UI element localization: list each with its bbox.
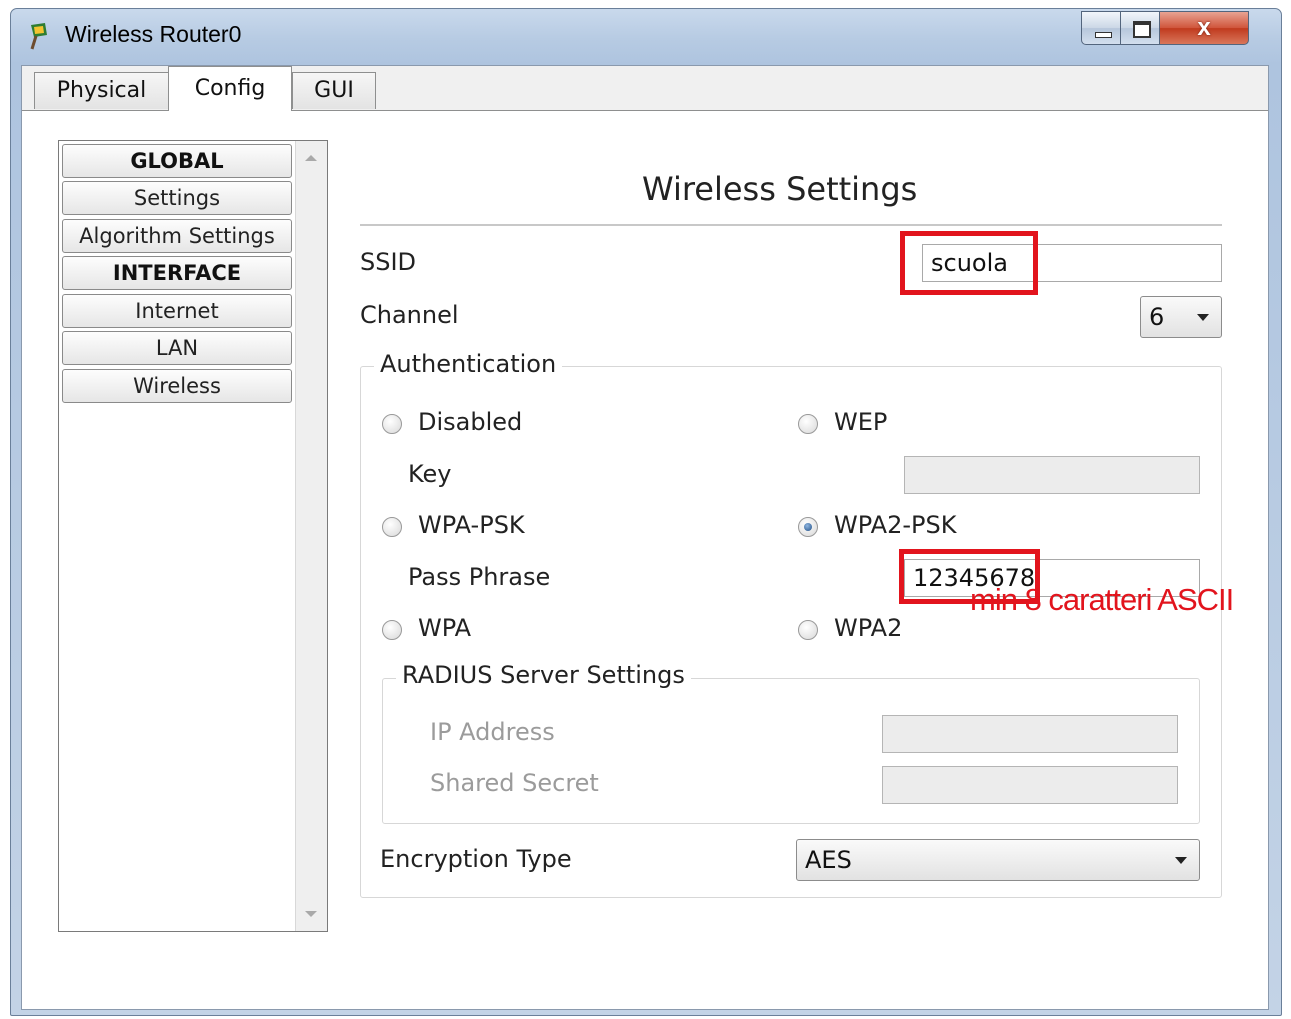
minimize-button[interactable] (1081, 11, 1121, 45)
radio-wpa[interactable] (382, 620, 402, 640)
ssid-highlight-box (900, 231, 1038, 295)
encryption-type-label: Encryption Type (380, 845, 572, 873)
tab-physical[interactable]: Physical (34, 72, 169, 109)
key-label: Key (408, 460, 452, 488)
maximize-button[interactable] (1120, 11, 1160, 45)
maximize-icon (1133, 21, 1151, 38)
close-button[interactable]: x (1159, 11, 1249, 45)
minimize-icon (1095, 32, 1112, 38)
wpa-psk-label: WPA-PSK (418, 511, 525, 539)
wep-label: WEP (834, 408, 888, 436)
radius-legend: RADIUS Server Settings (396, 661, 691, 689)
ip-address-input[interactable] (882, 715, 1178, 753)
encryption-type-select[interactable]: AES (796, 839, 1200, 881)
page-title: Wireless Settings (642, 170, 918, 208)
wpa-label: WPA (418, 614, 472, 642)
tab-strip: Physical Config GUI (22, 66, 1268, 111)
shared-secret-input[interactable] (882, 766, 1178, 804)
ssid-label: SSID (360, 248, 417, 276)
config-sidebar: GLOBAL Settings Algorithm Settings INTER… (58, 140, 328, 932)
sidebar-item-internet[interactable]: Internet (62, 294, 292, 328)
encryption-type-value: AES (805, 846, 852, 874)
tab-gui[interactable]: GUI (292, 72, 376, 109)
sidebar-item-settings[interactable]: Settings (62, 181, 292, 215)
sidebar-item-wireless[interactable]: Wireless (62, 369, 292, 403)
client-area: Physical Config GUI GLOBAL Settings Algo… (21, 65, 1269, 1010)
radio-disabled[interactable] (382, 414, 402, 434)
radio-wpa2[interactable] (798, 620, 818, 640)
sidebar-header-interface[interactable]: INTERFACE (62, 256, 292, 290)
wpa2-label: WPA2 (834, 614, 903, 642)
title-divider (360, 224, 1222, 226)
sidebar-item-algorithm-settings[interactable]: Algorithm Settings (62, 219, 292, 253)
ip-address-label: IP Address (430, 718, 555, 746)
authentication-legend: Authentication (374, 350, 563, 378)
radio-wep[interactable] (798, 414, 818, 434)
channel-select[interactable]: 6 (1140, 296, 1222, 338)
chevron-down-icon (1197, 314, 1209, 321)
window-title: Wireless Router0 (65, 21, 242, 47)
wpa2-psk-label: WPA2-PSK (834, 511, 957, 539)
close-icon: x (1197, 14, 1211, 41)
radio-wpa2-psk[interactable] (798, 517, 818, 537)
passphrase-annotation: min 8 caratteri ASCII (970, 582, 1234, 617)
sidebar-header-global[interactable]: GLOBAL (62, 144, 292, 178)
sidebar-scrollbar[interactable] (295, 141, 327, 931)
channel-label: Channel (360, 301, 459, 329)
scroll-down-icon[interactable] (305, 911, 317, 917)
key-input[interactable] (904, 456, 1200, 494)
passphrase-label: Pass Phrase (408, 563, 551, 591)
router-app-icon (30, 23, 47, 50)
disabled-label: Disabled (418, 408, 523, 436)
tab-config[interactable]: Config (168, 66, 292, 111)
shared-secret-label: Shared Secret (430, 769, 599, 797)
sidebar-item-lan[interactable]: LAN (62, 331, 292, 365)
scroll-up-icon[interactable] (305, 155, 317, 161)
chevron-down-icon (1175, 857, 1187, 864)
router-window: Wireless Router0 x Physical Config GUI G… (10, 8, 1282, 1016)
channel-value: 6 (1149, 303, 1165, 331)
radio-wpa-psk[interactable] (382, 517, 402, 537)
title-bar[interactable]: Wireless Router0 x (11, 9, 1281, 65)
